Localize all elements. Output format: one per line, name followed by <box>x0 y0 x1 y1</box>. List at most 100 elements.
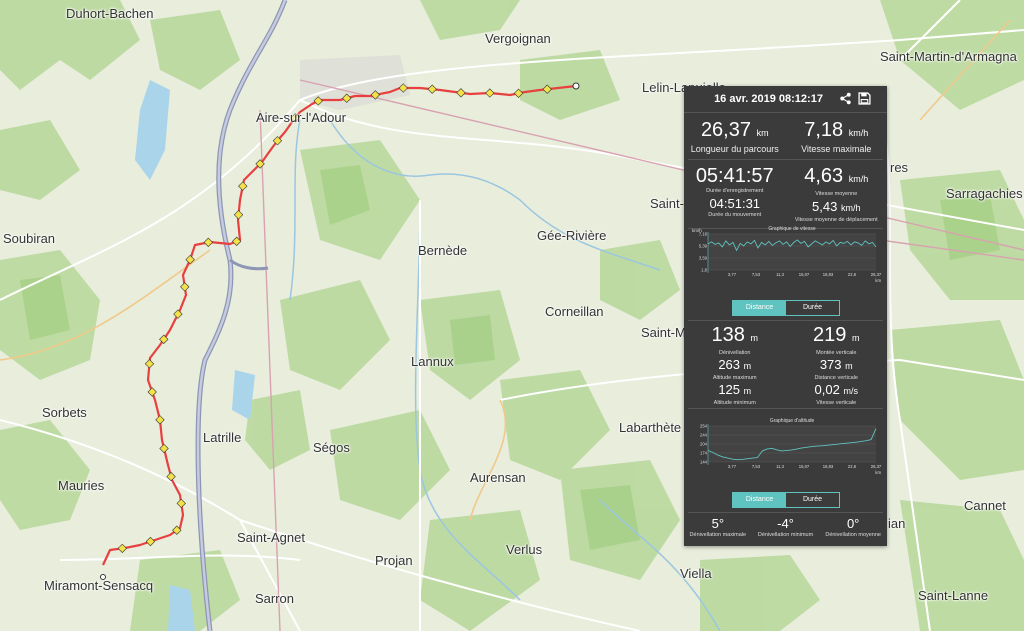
place-label: Viella <box>680 566 712 581</box>
chart-title: Graphique de vitesse <box>768 226 815 232</box>
speed-chart-toggle[interactable]: Distance Durée <box>732 300 840 316</box>
chart-x-tick: 3,77 <box>728 464 737 469</box>
track-date: 16 avr. 2019 08:12:17 <box>714 93 823 105</box>
save-icon[interactable] <box>858 92 871 105</box>
track-stats-panel: 16 avr. 2019 08:12:17 26,37 km Longueur … <box>684 86 887 546</box>
vert-speed-unit: m/s <box>843 386 858 396</box>
alt-max-label: Altitude maximum <box>712 375 757 381</box>
place-label: Vergoignan <box>485 31 551 46</box>
chart-y-tick: 5,39 <box>699 244 708 249</box>
place-label: Saint- <box>650 196 684 211</box>
chart-x-tick: 26,37 <box>871 272 882 277</box>
altitude-chart[interactable]: Graphique d'altitude 254 244 204 174 144 3,77 7… <box>690 416 883 476</box>
elev-diff-value: 138 <box>711 324 745 346</box>
chart-x-tick: 15,07 <box>799 464 810 469</box>
alt-max-unit: m <box>743 361 752 371</box>
place-label: Cannet <box>964 498 1006 513</box>
place-label: Miramont-Sensacq <box>44 578 154 593</box>
place-label: res <box>890 160 909 175</box>
grade-max-label: Dénivellation maximale <box>689 532 747 538</box>
chart-x-tick: 22,6 <box>848 272 857 277</box>
max-speed-value: 7,18 <box>804 119 844 141</box>
chart-x-tick: 22,6 <box>848 464 857 469</box>
distance-value: 26,37 <box>700 119 751 141</box>
place-label: Saint-Martin-d'Armagna <box>880 49 1017 64</box>
place-label: Aurensan <box>470 470 526 485</box>
vert-dist-unit: m <box>845 361 853 371</box>
alt-min-unit: m <box>743 386 752 396</box>
elev-diff-unit: m <box>750 333 758 343</box>
avg-speed-unit: km/h <box>848 174 869 184</box>
speed-toggle-duration[interactable]: Durée <box>786 301 839 315</box>
speed-chart[interactable]: Graphique de vitessekm/h7,185,393,591,83… <box>690 224 883 284</box>
place-label: Sarragachies <box>946 186 1023 201</box>
distance-unit: km <box>756 128 769 138</box>
avg-moving-speed-label: Vitesse moyenne de déplacement <box>794 217 878 223</box>
max-speed-label: Vitesse maximale <box>801 144 872 154</box>
recording-time-value: 05:41:57 <box>695 165 774 187</box>
grade-avg-label: Dénivellation moyenne <box>825 532 881 538</box>
chart-plot-area <box>708 234 876 270</box>
avg-speed-value: 4,63 <box>804 165 844 187</box>
grade-min-value: -4° <box>777 516 794 531</box>
recording-time-label: Durée d'enregistrement <box>706 188 764 194</box>
chart-x-tick: 15,07 <box>799 272 810 277</box>
chart-y-tick: 144 <box>700 460 708 465</box>
moving-time-value: 04:51:31 <box>709 196 761 211</box>
vert-speed-label: Vitesse verticale <box>816 400 857 406</box>
moving-time-label: Durée du mouvement <box>708 212 762 218</box>
distance-label: Longueur du parcours <box>690 144 779 154</box>
place-label: ian <box>888 516 906 531</box>
stats-row-2: 05:41:57 Durée d'enregistrement 04:51:31… <box>684 165 887 224</box>
place-label: Latrille <box>203 430 242 445</box>
chart-x-tick: 18,83 <box>823 464 834 469</box>
grade-max-value: 5° <box>711 516 725 531</box>
vert-speed-value: 0,02 <box>814 382 840 397</box>
grade-min-label: Dénivellation minimum <box>757 532 814 538</box>
chart-y-tick: 204 <box>700 442 708 447</box>
chart-y-tick: 254 <box>700 424 708 429</box>
chart-x-tick: 7,53 <box>752 464 761 469</box>
speed-toggle-distance[interactable]: Distance <box>733 301 786 315</box>
alt-min-value: 125 <box>718 382 741 397</box>
chart-y-tick: 7,18 <box>699 232 708 237</box>
place-label: Verlus <box>506 542 543 557</box>
place-label: Labarthète <box>619 420 682 435</box>
elev-diff-label: Dénivellation <box>719 350 751 356</box>
avg-speed-label: Vitesse moyenne <box>815 191 858 197</box>
stats-row-1: 26,37 km Longueur du parcours 7,18 km/h … <box>684 119 887 155</box>
place-label: Gée-Rivière <box>537 228 607 243</box>
vert-climb-value: 219 <box>813 324 847 346</box>
place-label: Duhort-Bachen <box>66 6 154 21</box>
place-label: Soubiran <box>3 231 56 246</box>
avg-moving-speed-value: 5,43 <box>812 199 838 214</box>
avg-moving-speed-unit: km/h <box>840 203 861 213</box>
altitude-chart-toggle[interactable]: Distance Durée <box>732 492 840 508</box>
place-label: Saint-Lanne <box>918 588 989 603</box>
stats-row-grades: 5° Dénivellation maximale -4° Dénivellat… <box>684 516 887 539</box>
chart-x-unit: km <box>875 278 881 283</box>
chart-x-tick: 26,37 <box>871 464 882 469</box>
alt-toggle-duration[interactable]: Durée <box>786 493 839 507</box>
place-label: Aire-sur-l'Adour <box>256 110 346 125</box>
alt-max-value: 263 <box>718 357 741 372</box>
alt-min-label: Altitude minimum <box>713 400 756 406</box>
chart-x-unit: km <box>875 470 881 475</box>
place-label: Mauries <box>58 478 105 493</box>
place-label: Corneillan <box>545 304 604 319</box>
vert-dist-label: Distance verticale <box>814 375 858 381</box>
chart-y-tick: 174 <box>700 451 708 456</box>
share-icon[interactable] <box>839 92 852 105</box>
alt-toggle-distance[interactable]: Distance <box>733 493 786 507</box>
chart-x-tick: 3,77 <box>728 272 737 277</box>
chart-y-tick: 1,8 <box>701 268 707 273</box>
place-label: Saint-Agnet <box>237 530 305 545</box>
place-label: Ségos <box>313 440 350 455</box>
chart-x-tick: 11,3 <box>776 272 785 277</box>
chart-x-tick: 11,3 <box>776 464 785 469</box>
place-label: Saint-M <box>641 325 686 340</box>
chart-x-tick: 18,83 <box>823 272 834 277</box>
chart-y-tick: 244 <box>700 433 708 438</box>
place-label: Bernède <box>418 243 468 258</box>
chart-x-tick: 7,53 <box>752 272 761 277</box>
